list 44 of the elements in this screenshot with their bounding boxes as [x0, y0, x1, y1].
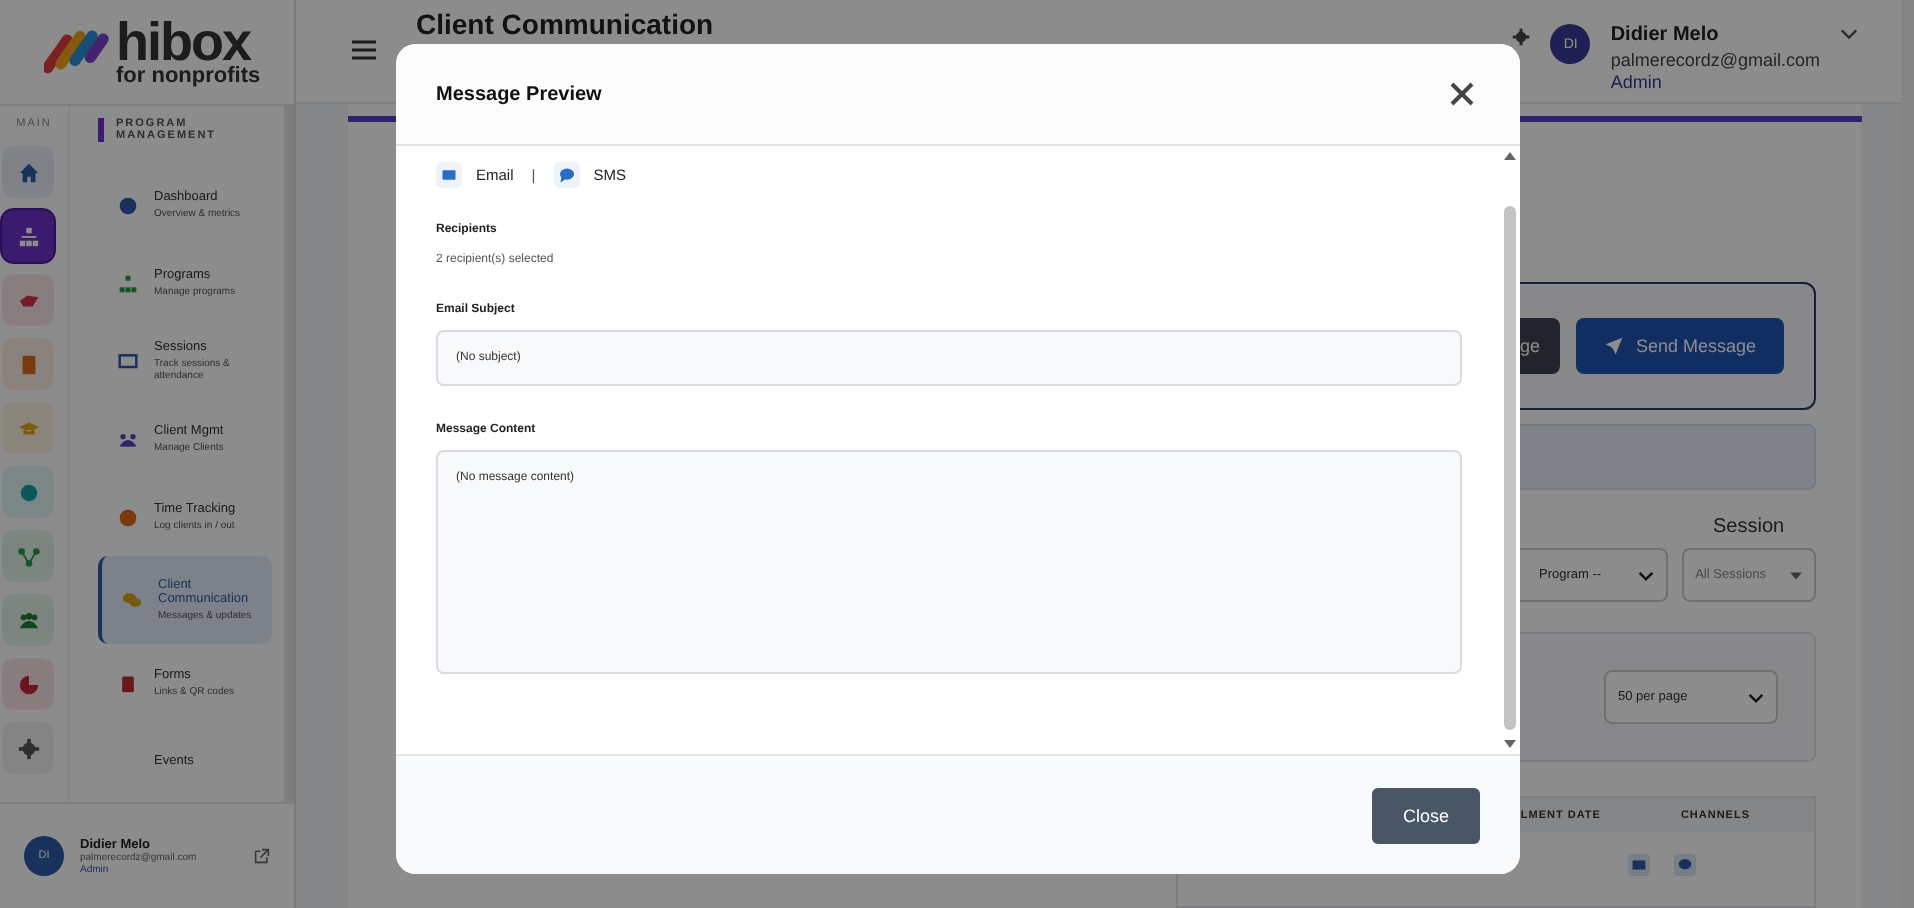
- monitor-icon: [118, 351, 138, 371]
- chevron-down-icon: [1637, 569, 1654, 581]
- people-icon: [17, 609, 39, 631]
- send-button[interactable]: Send Message: [1575, 318, 1784, 374]
- scrollbar[interactable]: [1500, 146, 1520, 754]
- rail-button[interactable]: [2, 274, 54, 326]
- sitemap-icon: [118, 273, 138, 293]
- chevron-down-icon: [1748, 691, 1764, 703]
- brand-tagline: for nonprofits: [116, 66, 261, 88]
- dot-icon: [17, 481, 39, 503]
- email-icon: [1628, 854, 1650, 876]
- session-label: Session: [1713, 516, 1785, 538]
- dialog-title: Message Preview: [436, 83, 602, 105]
- user-name: Didier Melo: [1610, 24, 1721, 49]
- rail-button[interactable]: [2, 338, 54, 390]
- chevron-down-icon[interactable]: [1840, 28, 1858, 40]
- chat-icon: [122, 590, 142, 610]
- chat-icon: [553, 161, 580, 187]
- caret-icon: [1790, 571, 1802, 579]
- network-icon: [17, 545, 39, 567]
- rail-button[interactable]: [2, 722, 54, 774]
- chat-icon: [1674, 854, 1696, 876]
- user-email: palmerecordz@gmail.com: [1610, 49, 1820, 72]
- send-icon: [1603, 336, 1624, 356]
- pie-icon: [17, 673, 39, 695]
- menu-icon[interactable]: [352, 40, 376, 60]
- external-link-icon[interactable]: [254, 848, 270, 864]
- rail-button[interactable]: [2, 210, 54, 262]
- close-button[interactable]: Close: [1372, 787, 1480, 843]
- cap-icon: [17, 417, 39, 439]
- rail-button[interactable]: [2, 530, 54, 582]
- rail-button[interactable]: [2, 146, 54, 198]
- home-icon: [17, 161, 39, 183]
- settings-icon[interactable]: [1512, 28, 1531, 46]
- rail-button[interactable]: [2, 658, 54, 710]
- sitemap-icon: [17, 225, 39, 247]
- close-icon[interactable]: [1448, 80, 1476, 108]
- email-icon: [436, 161, 462, 187]
- people-icon: [118, 429, 138, 449]
- rail-button[interactable]: [2, 466, 54, 518]
- user-role: Admin: [1610, 71, 1664, 94]
- settings-icon: [17, 737, 39, 759]
- rail-button[interactable]: [2, 594, 54, 646]
- page-title: Client Communication: [416, 8, 714, 40]
